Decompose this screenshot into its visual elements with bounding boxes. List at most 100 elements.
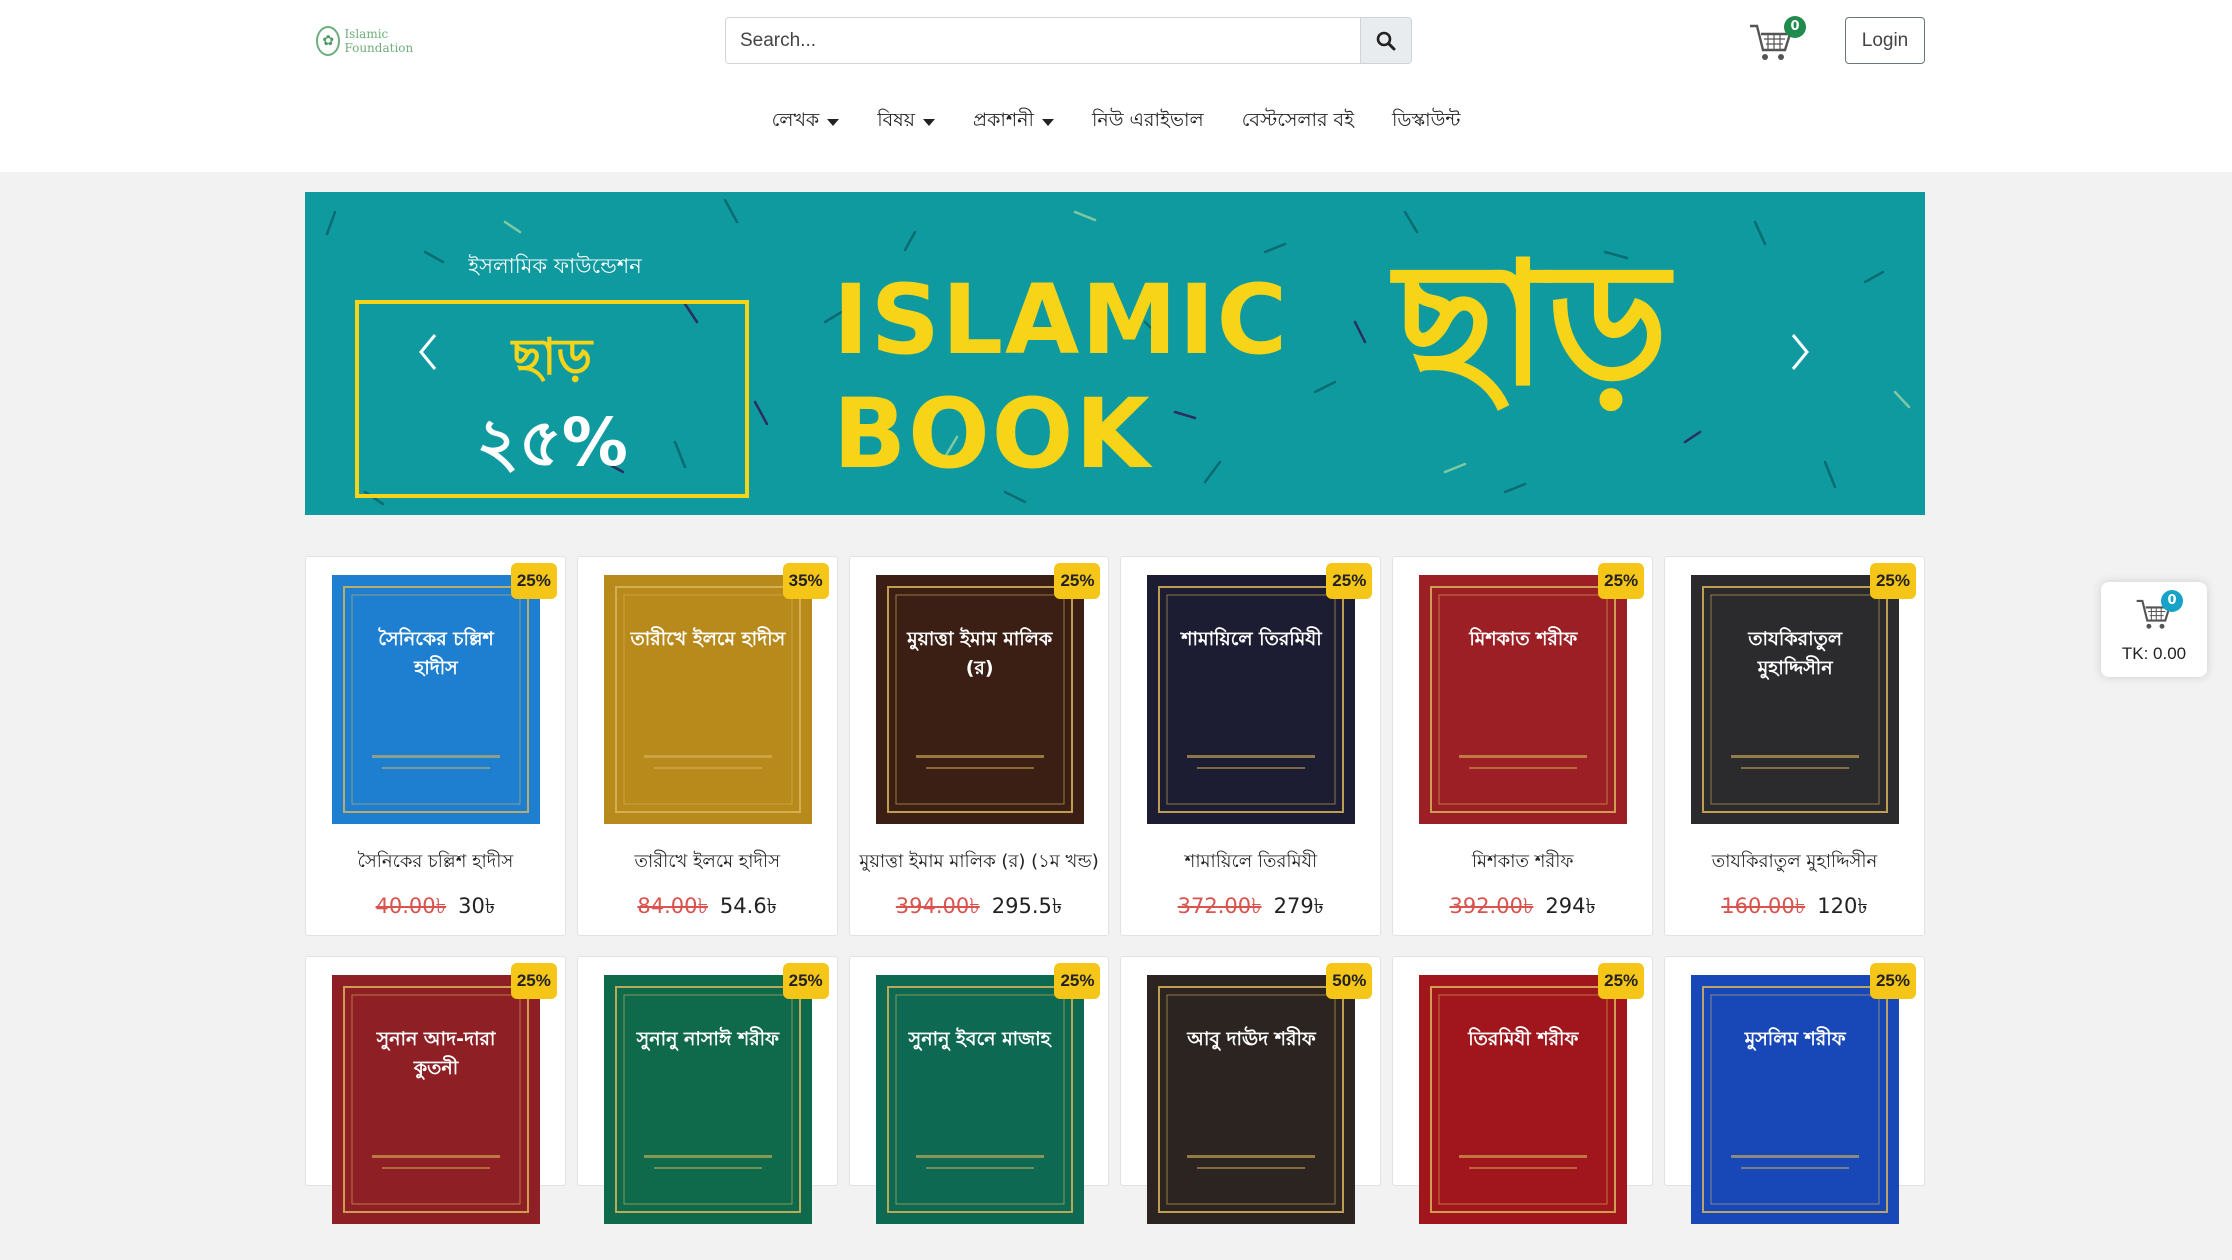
product-title[interactable]: তাযকিরাতুল মুহাদ্দিসীন (1665, 847, 1924, 878)
discount-badge: 25% (1598, 963, 1645, 999)
product-card[interactable]: তারীখে ইলমে হাদীস 35% তারীখে ইলমে হাদীস 84.… (576, 556, 838, 936)
book-cover-title: মুয়াত্তা ইমাম মালিক (র) (907, 628, 1053, 679)
discount-badge: 25% (1869, 563, 1916, 599)
product-card[interactable]: মিশকাত শরীফ 25% মিশকাত শরীফ 392.00৳ 294৳ (1392, 556, 1654, 936)
promo-banner[interactable]: ইসলামিক ফাউন্ডেশন ছাড় ২৫% ISLAMIC BOOK … (305, 192, 1925, 515)
book-cover-title: আবু দাঊদ শরীফ (1187, 1028, 1316, 1050)
old-price: 40.00৳ (375, 894, 447, 918)
product-card[interactable]: তাযকিরাতুল মুহাদ্দিসীন 25% তাযকিরাতুল মুহা… (1664, 556, 1925, 936)
product-title[interactable]: মুয়াত্তা ইমাম মালিক (র) (১ম খন্ড) (850, 847, 1109, 878)
book-cover-image[interactable]: সুনানু নাসাঈ শরীফ (603, 975, 812, 1224)
nav-item-label: প্রকাশনী (972, 109, 1034, 131)
old-price: 372.00৳ (1177, 894, 1262, 918)
book-cover-image[interactable]: সুনান আদ-দারা কুতনী (332, 975, 540, 1224)
nav-item[interactable]: বিষয় (877, 106, 935, 138)
banner-headline-1: ISLAMIC (833, 264, 1290, 376)
book-cover-title: মুসলিম শরীফ (1744, 1028, 1846, 1050)
product-title[interactable]: সৈনিকের চল্লিশ হাদীস (306, 847, 565, 878)
site-logo[interactable]: ✿ Islamic Foundation (316, 24, 436, 58)
old-price: 84.00৳ (637, 894, 708, 918)
book-cover-title: তারীখে ইলমে হাদীস (630, 628, 786, 650)
book-cover-image[interactable]: শামায়িলে তিরমিযী (1147, 575, 1356, 824)
sale-price: 295.5৳ (991, 894, 1063, 918)
product-price: 392.00৳ 294৳ (1393, 890, 1652, 925)
carousel-prev-icon[interactable] (413, 327, 443, 377)
product-card[interactable]: শামায়িলে তিরমিযী 25% শামায়িলে তিরমিযী 372… (1120, 556, 1382, 936)
book-cover-image[interactable]: আবু দাঊদ শরীফ (1147, 975, 1356, 1224)
floating-cart[interactable]: 0 TK: 0.00 (2101, 582, 2207, 677)
nav-item-label: লেখক (771, 109, 820, 131)
product-price: 84.00৳ 54.6৳ (578, 890, 837, 925)
nav-item-label: ডিস্কাউন্ট (1392, 109, 1461, 131)
discount-badge: 25% (1869, 963, 1916, 999)
product-card[interactable]: সুনানু ইবনে মাজাহ 25% (848, 956, 1110, 1224)
product-card[interactable]: মুসলিম শরীফ 25% (1664, 956, 1925, 1224)
book-cover-title: সৈনিকের চল্লিশ হাদীস (378, 628, 494, 679)
sale-price: 54.6৳ (719, 894, 778, 918)
product-row: সৈনিকের চল্লিশ হাদীস 25% সৈনিকের চল্লিশ হা… (305, 556, 1925, 936)
product-card[interactable]: সুনান আদ-দারা কুতনী 25% (305, 956, 566, 1224)
discount-badge: 25% (1054, 963, 1101, 999)
book-cover-title: মিশকাত শরীফ (1469, 628, 1578, 650)
discount-badge: 25% (782, 963, 829, 999)
nav-item[interactable]: ডিস্কাউন্ট (1392, 106, 1460, 138)
discount-badge: 25% (510, 963, 557, 999)
book-cover-title: সুনানু নাসাঈ শরীফ (636, 1028, 779, 1050)
floating-cart-total: TK: 0.00 (2121, 644, 2187, 663)
product-card[interactable]: আবু দাঊদ শরীফ 50% (1120, 956, 1382, 1224)
product-card[interactable]: সুনানু নাসাঈ শরীফ 25% (576, 956, 838, 1224)
product-title[interactable]: শামায়িলে তিরমিযী (1121, 847, 1380, 878)
caret-down-icon (922, 118, 935, 126)
old-price: 160.00৳ (1721, 894, 1806, 918)
product-title[interactable]: তারীখে ইলমে হাদীস (578, 847, 837, 878)
book-cover-image[interactable]: সুনানু ইবনে মাজাহ (875, 975, 1084, 1224)
discount-badge: 35% (782, 563, 829, 599)
login-button[interactable]: Login (1845, 17, 1925, 64)
product-grid: সৈনিকের চল্লিশ হাদীস 25% সৈনিকের চল্লিশ হা… (305, 556, 1925, 1224)
book-cover-image[interactable]: মুসলিম শরীফ (1691, 975, 1900, 1224)
product-price: 394.00৳ 295.5৳ (850, 890, 1109, 925)
search-button[interactable] (1360, 18, 1411, 63)
sale-price: 279৳ (1273, 894, 1325, 918)
product-card[interactable]: মুয়াত্তা ইমাম মালিক (র) 25% মুয়াত্তা ইমা… (848, 556, 1110, 936)
header-cart[interactable]: 0 (1748, 16, 1812, 64)
carousel-next-icon[interactable] (1785, 327, 1815, 377)
nav-item[interactable]: প্রকাশনী (973, 106, 1054, 138)
nav-item-label: নিউ এরাইভাল (1091, 109, 1204, 131)
sale-price: 294৳ (1545, 894, 1596, 918)
nav-item-label: বিষয় (877, 109, 915, 131)
book-cover-image[interactable]: তিরমিযী শরীফ (1419, 975, 1628, 1224)
book-cover-image[interactable]: তাযকিরাতুল মুহাদ্দিসীন (1691, 575, 1900, 824)
search-icon (1376, 31, 1396, 50)
old-price: 392.00৳ (1449, 894, 1534, 918)
product-card[interactable]: তিরমিযী শরীফ 25% (1392, 956, 1654, 1224)
product-price: 372.00৳ 279৳ (1121, 890, 1380, 925)
book-cover-image[interactable]: তারীখে ইলমে হাদীস (603, 575, 812, 824)
old-price: 394.00৳ (895, 894, 980, 918)
discount-badge: 25% (1598, 563, 1645, 599)
search-bar (725, 17, 1412, 64)
product-price: 40.00৳ 30৳ (306, 890, 565, 925)
product-row: সুনান আদ-দারা কুতনী 25% সুনানু নাসাঈ শরীফ 2… (305, 956, 1925, 1224)
banner-offer-percent: ২৫% (476, 404, 628, 481)
banner-big-word: ছাড় (1395, 226, 1669, 424)
nav-item-label: বেস্টসেলার বই (1241, 109, 1355, 131)
book-cover-image[interactable]: মুয়াত্তা ইমাম মালিক (র) (875, 575, 1084, 824)
caret-down-icon (827, 118, 840, 126)
floating-cart-count-badge: 0 (2161, 590, 2183, 612)
search-input[interactable] (726, 18, 1360, 63)
book-cover-title: শামায়িলে তিরমিযী (1181, 628, 1322, 650)
sale-price: 30৳ (458, 894, 496, 918)
banner-headline-2: BOOK (833, 378, 1152, 490)
cart-count-badge: 0 (1784, 16, 1806, 38)
caret-down-icon (1041, 118, 1054, 126)
product-card[interactable]: সৈনিকের চল্লিশ হাদীস 25% সৈনিকের চল্লিশ হা… (305, 556, 566, 936)
book-cover-image[interactable]: মিশকাত শরীফ (1419, 575, 1628, 824)
banner-org-name: ইসলামিক ফাউন্ডেশন (468, 254, 642, 278)
nav-item[interactable]: বেস্টসেলার বই (1242, 106, 1354, 138)
nav-item[interactable]: নিউ এরাইভাল (1092, 106, 1204, 138)
product-title[interactable]: মিশকাত শরীফ (1393, 847, 1652, 878)
nav-item[interactable]: লেখক (772, 106, 840, 138)
book-cover-image[interactable]: সৈনিকের চল্লিশ হাদীস (332, 575, 540, 824)
logo-text: Islamic Foundation (344, 27, 414, 55)
